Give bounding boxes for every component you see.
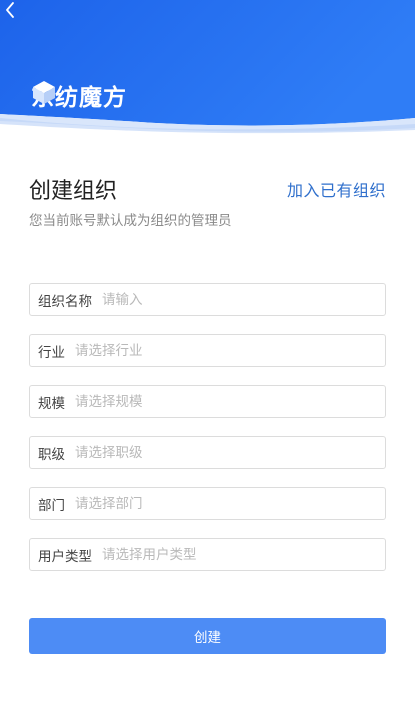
create-button[interactable]: 创建	[29, 618, 386, 654]
user-type-select[interactable]	[102, 540, 385, 569]
create-organization-form: 组织名称 行业 规模 职级 部门 用户类型	[29, 283, 386, 589]
chevron-left-icon	[6, 2, 14, 18]
organization-name-field[interactable]: 组织名称	[29, 283, 386, 316]
page-title: 创建组织	[29, 179, 118, 204]
title-row: 创建组织 加入已有组织	[29, 173, 386, 204]
rank-label: 职级	[38, 446, 65, 463]
industry-select[interactable]	[75, 336, 385, 365]
header-background	[0, 0, 415, 134]
join-existing-organization-link[interactable]: 加入已有组织	[287, 177, 386, 201]
industry-field[interactable]: 行业	[29, 334, 386, 367]
department-field[interactable]: 部门	[29, 487, 386, 520]
header-banner: 东纺魔方	[0, 0, 415, 135]
department-select[interactable]	[75, 489, 385, 518]
brand: 东纺魔方	[31, 79, 127, 111]
department-label: 部门	[38, 497, 65, 514]
scale-label: 规模	[38, 395, 65, 412]
user-type-label: 用户类型	[38, 548, 92, 565]
back-button[interactable]	[4, 2, 24, 22]
rank-select[interactable]	[75, 438, 385, 467]
scale-field[interactable]: 规模	[29, 385, 386, 418]
industry-label: 行业	[38, 344, 65, 361]
cube-logo-icon	[33, 81, 55, 104]
page-subtitle: 您当前账号默认成为组织的管理员	[29, 213, 232, 229]
scale-select[interactable]	[75, 387, 385, 416]
rank-field[interactable]: 职级	[29, 436, 386, 469]
organization-name-label: 组织名称	[38, 293, 92, 310]
user-type-field[interactable]: 用户类型	[29, 538, 386, 571]
organization-name-input[interactable]	[102, 285, 385, 314]
